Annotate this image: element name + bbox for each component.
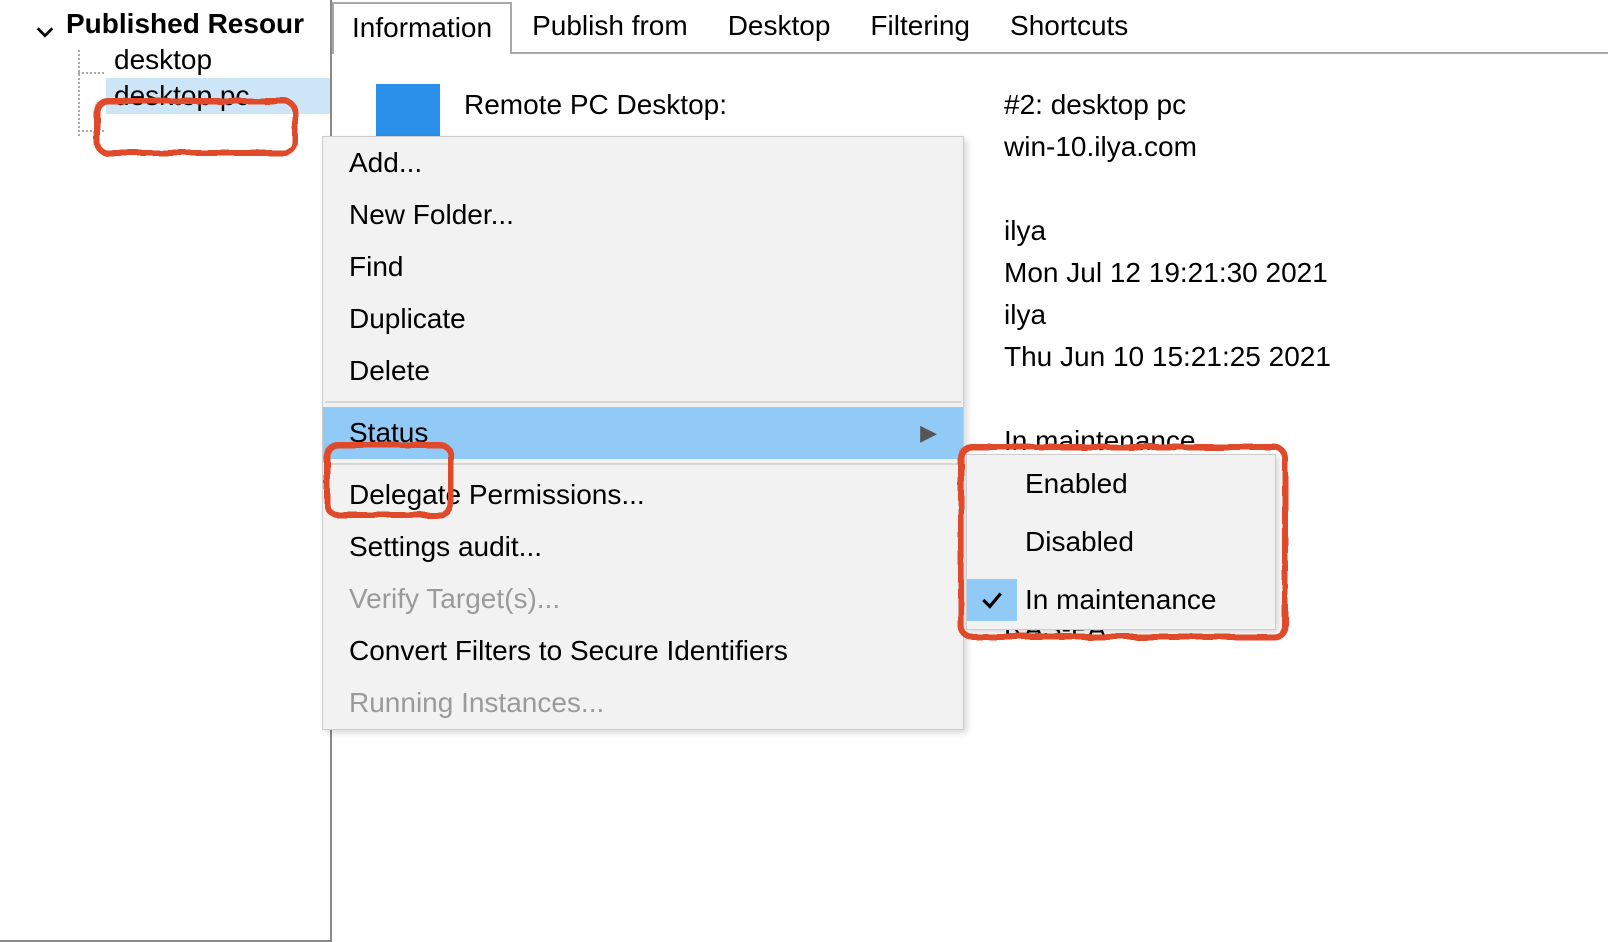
ctx-label: Delete bbox=[349, 355, 430, 387]
ctx-label: Verify Target(s)... bbox=[349, 583, 560, 615]
tree-guide bbox=[78, 50, 80, 136]
status-submenu: Enabled Disabled In maintenance bbox=[966, 454, 1276, 630]
ctx-settings-audit[interactable]: Settings audit... bbox=[323, 521, 963, 573]
info-date1: Mon Jul 12 19:21:30 2021 bbox=[1004, 252, 1331, 294]
ctx-label: New Folder... bbox=[349, 199, 514, 231]
check-icon bbox=[967, 579, 1017, 621]
tree-item-label: desktop pc bbox=[114, 80, 249, 111]
ctx-status[interactable]: Status ▶ bbox=[323, 407, 963, 459]
tab-label: Information bbox=[352, 12, 492, 43]
info-host: win-10.ilya.com bbox=[1004, 126, 1331, 168]
ctx-add[interactable]: Add... bbox=[323, 137, 963, 189]
tab-label: Publish from bbox=[532, 10, 688, 41]
ctx-label: Find bbox=[349, 251, 403, 283]
ctx-label: Convert Filters to Secure Identifiers bbox=[349, 635, 788, 667]
sub-label: In maintenance bbox=[1025, 584, 1216, 616]
ctx-separator bbox=[325, 463, 961, 465]
info-heading: Remote PC Desktop: bbox=[464, 84, 944, 126]
tab-label: Filtering bbox=[870, 10, 970, 41]
ctx-label: Settings audit... bbox=[349, 531, 542, 563]
spacer bbox=[1004, 378, 1331, 420]
status-enabled[interactable]: Enabled bbox=[967, 455, 1275, 513]
spacer bbox=[1004, 168, 1331, 210]
ctx-label: Status bbox=[349, 417, 428, 449]
ctx-verify-targets: Verify Target(s)... bbox=[323, 573, 963, 625]
tab-desktop[interactable]: Desktop bbox=[708, 0, 851, 52]
info-id: #2: desktop pc bbox=[1004, 84, 1331, 126]
tree-root-label[interactable]: Published Resour bbox=[66, 8, 304, 40]
tree-item-label: desktop bbox=[114, 44, 212, 75]
tab-information[interactable]: Information bbox=[332, 2, 512, 54]
ctx-duplicate[interactable]: Duplicate bbox=[323, 293, 963, 345]
tree-guide bbox=[78, 72, 104, 74]
status-in-maintenance[interactable]: In maintenance bbox=[967, 571, 1275, 629]
tab-bar: Information Publish from Desktop Filteri… bbox=[332, 0, 1608, 54]
ctx-separator bbox=[325, 401, 961, 403]
ctx-delegate-permissions[interactable]: Delegate Permissions... bbox=[323, 469, 963, 521]
tab-label: Desktop bbox=[728, 10, 831, 41]
tree-item-desktop-pc[interactable]: desktop pc bbox=[106, 78, 330, 114]
ctx-label: Duplicate bbox=[349, 303, 466, 335]
info-user2: ilya bbox=[1004, 294, 1331, 336]
ctx-find[interactable]: Find bbox=[323, 241, 963, 293]
ctx-label: Delegate Permissions... bbox=[349, 479, 645, 511]
ctx-running-instances: Running Instances... bbox=[323, 677, 963, 729]
ctx-delete[interactable]: Delete bbox=[323, 345, 963, 397]
info-user1: ilya bbox=[1004, 210, 1331, 252]
tab-label: Shortcuts bbox=[1010, 10, 1128, 41]
tab-filtering[interactable]: Filtering bbox=[850, 0, 990, 52]
check-slot bbox=[967, 463, 1017, 505]
tree-guide bbox=[78, 130, 104, 132]
ctx-label: Running Instances... bbox=[349, 687, 604, 719]
ctx-new-folder[interactable]: New Folder... bbox=[323, 189, 963, 241]
submenu-arrow-icon: ▶ bbox=[920, 420, 937, 446]
sub-label: Disabled bbox=[1025, 526, 1134, 558]
ctx-label: Add... bbox=[349, 147, 422, 179]
tab-shortcuts[interactable]: Shortcuts bbox=[990, 0, 1148, 52]
info-date2: Thu Jun 10 15:21:25 2021 bbox=[1004, 336, 1331, 378]
check-slot bbox=[967, 521, 1017, 563]
sub-label: Enabled bbox=[1025, 468, 1128, 500]
context-menu: Add... New Folder... Find Duplicate Dele… bbox=[322, 136, 964, 730]
tab-publish-from[interactable]: Publish from bbox=[512, 0, 708, 52]
tree-panel: Published Resour desktop desktop pc bbox=[0, 0, 332, 942]
chevron-down-icon[interactable] bbox=[34, 18, 56, 50]
tree-item-desktop[interactable]: desktop bbox=[106, 42, 330, 78]
ctx-convert-filters[interactable]: Convert Filters to Secure Identifiers bbox=[323, 625, 963, 677]
status-disabled[interactable]: Disabled bbox=[967, 513, 1275, 571]
